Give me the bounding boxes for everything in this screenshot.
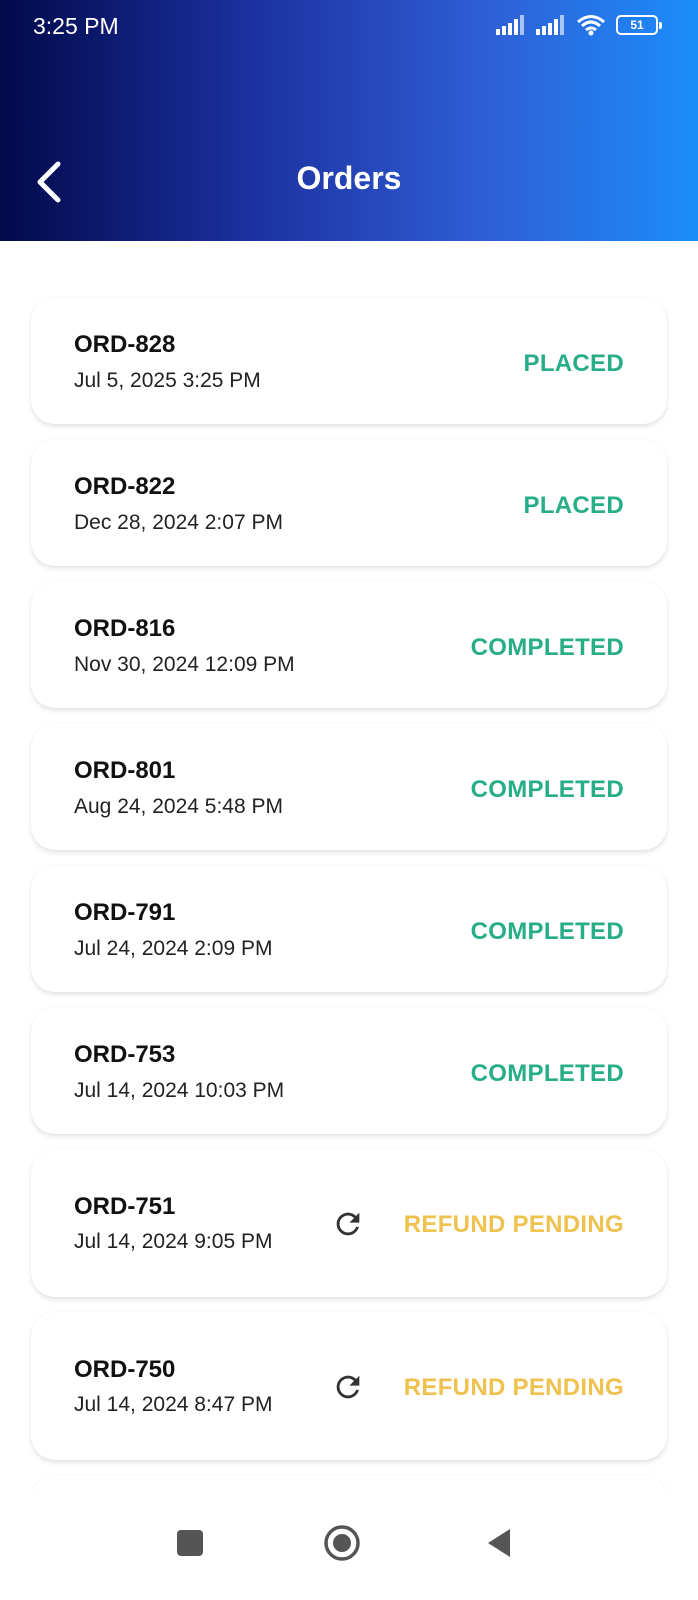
- order-card[interactable]: ORD-816 Nov 30, 2024 12:09 PM COMPLETED: [31, 581, 667, 708]
- recents-button[interactable]: [170, 1523, 210, 1563]
- order-card[interactable]: ORD-822 Dec 28, 2024 2:07 PM PLACED: [31, 439, 667, 566]
- order-id: ORD-828: [74, 331, 176, 358]
- order-date: Dec 28, 2024 2:07 PM: [74, 511, 283, 534]
- order-date: Nov 30, 2024 12:09 PM: [74, 653, 295, 676]
- order-status: COMPLETED: [470, 634, 624, 661]
- page-title: Orders: [296, 160, 402, 196]
- order-card[interactable]: ORD-751 Jul 14, 2024 9:05 PM REFUND PEND…: [31, 1149, 667, 1297]
- order-date: Jul 24, 2024 2:09 PM: [74, 937, 273, 960]
- order-date: Aug 24, 2024 5:48 PM: [74, 795, 283, 818]
- order-card[interactable]: ORD-828 Jul 5, 2025 3:25 PM PLACED: [31, 297, 667, 424]
- order-status: PLACED: [523, 350, 624, 377]
- order-card[interactable]: ORD-753 Jul 14, 2024 10:03 PM COMPLETED: [31, 1007, 667, 1134]
- order-status: PLACED: [523, 492, 624, 519]
- app-header: 3:25 PM 51 Orders: [0, 0, 698, 241]
- order-date: Jul 14, 2024 8:47 PM: [74, 1393, 273, 1416]
- refresh-icon[interactable]: [331, 1370, 365, 1404]
- refresh-icon[interactable]: [331, 1207, 365, 1241]
- cellular-signal-icon: [536, 15, 564, 35]
- order-date: Jul 5, 2025 3:25 PM: [74, 369, 261, 392]
- order-card[interactable]: ORD-791 Jul 24, 2024 2:09 PM COMPLETED: [31, 865, 667, 992]
- recents-square-icon: [177, 1530, 203, 1556]
- back-triangle-icon: [488, 1529, 510, 1557]
- order-id: ORD-751: [74, 1193, 176, 1220]
- order-status: COMPLETED: [470, 776, 624, 803]
- order-status: COMPLETED: [470, 918, 624, 945]
- order-status: REFUND PENDING: [403, 1211, 624, 1238]
- home-button[interactable]: [322, 1523, 362, 1563]
- battery-icon: 51: [616, 15, 662, 35]
- order-date: Jul 14, 2024 10:03 PM: [74, 1079, 285, 1102]
- cellular-signal-icon: [496, 15, 524, 35]
- orders-list: ORD-828 Jul 5, 2025 3:25 PM PLACED ORD-8…: [31, 297, 667, 1550]
- order-card[interactable]: ORD-801 Aug 24, 2024 5:48 PM COMPLETED: [31, 723, 667, 850]
- order-date: Jul 14, 2024 9:05 PM: [74, 1230, 273, 1253]
- wifi-icon: [577, 15, 605, 36]
- home-circle-icon: [324, 1525, 360, 1561]
- order-id: ORD-753: [74, 1041, 176, 1068]
- nav-back-button[interactable]: [480, 1523, 520, 1563]
- system-nav-bar: [0, 1490, 698, 1600]
- order-id: ORD-791: [74, 899, 176, 926]
- order-status: COMPLETED: [470, 1060, 624, 1087]
- order-id: ORD-816: [74, 615, 176, 642]
- order-id: ORD-801: [74, 757, 176, 784]
- order-card[interactable]: ORD-750 Jul 14, 2024 8:47 PM REFUND PEND…: [31, 1312, 667, 1460]
- status-icons: 51: [496, 14, 662, 36]
- order-id: ORD-750: [74, 1356, 176, 1383]
- status-time: 3:25 PM: [33, 13, 119, 39]
- order-status: REFUND PENDING: [403, 1374, 624, 1401]
- order-id: ORD-822: [74, 473, 176, 500]
